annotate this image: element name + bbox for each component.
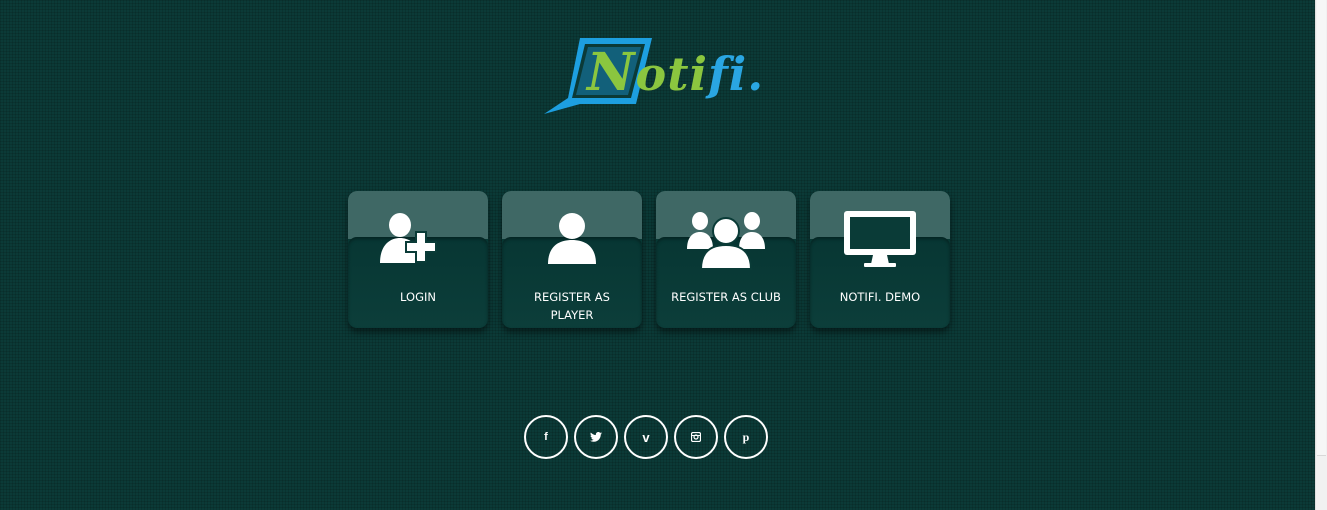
monitor-icon (810, 209, 950, 269)
vimeo-button[interactable]: v (624, 415, 668, 459)
instagram-button[interactable] (674, 415, 718, 459)
page-scrollbar[interactable] (1315, 0, 1327, 510)
vimeo-icon: v (642, 429, 650, 445)
user-icon (502, 209, 642, 269)
twitter-button[interactable] (574, 415, 618, 459)
group-icon (656, 209, 796, 270)
notifi-logo[interactable]: Notifi. (540, 36, 763, 116)
logo-wordmark: Notifi. (587, 42, 764, 103)
pinterest-icon: p (742, 429, 750, 444)
notifi-demo-label: NOTIFI. DEMO (839, 290, 921, 304)
scrollbar-thumb[interactable] (1317, 0, 1326, 456)
login-tile[interactable]: LOGIN (348, 191, 488, 328)
facebook-button[interactable]: f (524, 415, 568, 459)
notifi-demo-tile[interactable]: NOTIFI. DEMO (810, 191, 950, 328)
login-label: LOGIN (400, 290, 436, 304)
register-player-tile[interactable]: REGISTER AS PLAYER (502, 191, 642, 328)
logo-dot: . (747, 47, 765, 101)
instagram-icon (691, 432, 701, 442)
register-player-label: REGISTER AS PLAYER (534, 290, 610, 322)
logo-letters-fi: fi (707, 47, 748, 101)
register-club-label: REGISTER AS CLUB (671, 290, 781, 304)
facebook-icon: f (544, 431, 548, 443)
main-menu-tiles: LOGIN REGISTER AS PLAYER REGISTER AS CLU… (348, 191, 950, 328)
twitter-icon (590, 432, 602, 442)
logo-letter-n: N (587, 42, 636, 103)
register-club-tile[interactable]: REGISTER AS CLUB (656, 191, 796, 328)
add-user-icon (348, 209, 488, 269)
pinterest-button[interactable]: p (724, 415, 768, 459)
social-links: f v p (524, 415, 768, 459)
logo-letters-oti: oti (635, 47, 708, 101)
